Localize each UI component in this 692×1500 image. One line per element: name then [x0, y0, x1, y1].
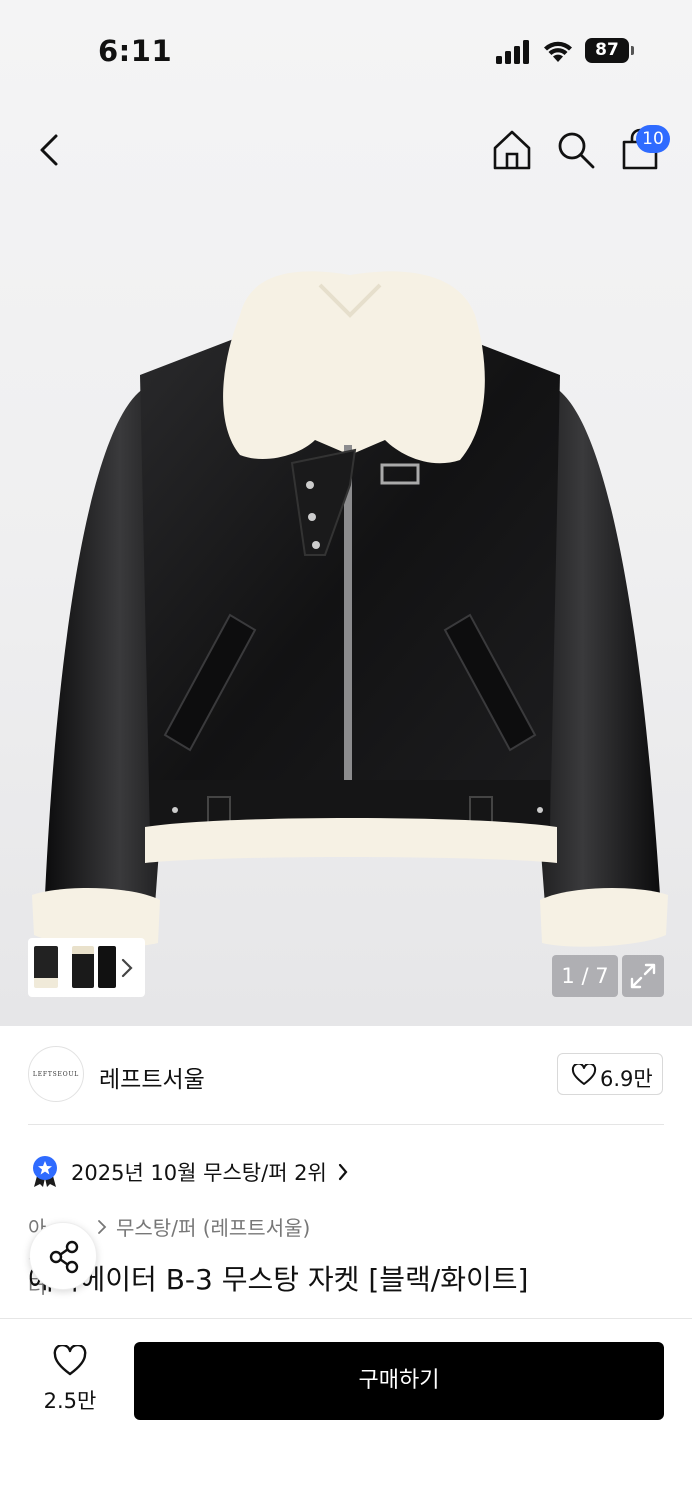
heart-icon — [53, 1345, 87, 1376]
heart-icon — [571, 1064, 597, 1085]
status-bar: 6:11 87 — [0, 0, 692, 100]
wishlist-button[interactable]: 2.5만 — [34, 1345, 106, 1417]
search-icon[interactable] — [556, 130, 596, 170]
ranking-text: 2025년 10월 무스탕/퍼 2위 — [71, 1161, 327, 1185]
thumbnail-3[interactable] — [98, 946, 116, 988]
buy-button[interactable]: 구매하기 — [134, 1342, 664, 1420]
thumbnail-2[interactable] — [72, 946, 94, 988]
chevron-right-icon — [338, 1163, 348, 1181]
thumbnail-1[interactable] — [34, 946, 58, 988]
home-icon[interactable] — [492, 128, 532, 172]
product-image-area[interactable]: 6:11 87 10 1 / 7 — [0, 0, 692, 1026]
status-time: 6:11 — [98, 34, 173, 68]
chevron-right-icon — [98, 1220, 107, 1234]
battery-level: 87 — [595, 40, 619, 60]
cart-count-badge: 10 — [636, 125, 670, 153]
wifi-icon — [544, 41, 572, 62]
brand-row[interactable]: LEFTSEOUL 레프트서울 6.9만 — [0, 1026, 692, 1126]
expand-icon[interactable] — [622, 955, 664, 997]
share-button[interactable] — [29, 1222, 97, 1290]
brand-like-button[interactable]: 6.9만 — [557, 1053, 663, 1095]
wishlist-count: 2.5만 — [43, 1389, 97, 1413]
cellular-signal-icon — [496, 40, 529, 64]
breadcrumb-level2[interactable]: 무스탕/퍼 (레프트서울) — [116, 1212, 310, 1241]
brand-logo[interactable]: LEFTSEOUL — [28, 1046, 84, 1102]
bottom-action-bar: 2.5만 구매하기 — [0, 1318, 692, 1500]
share-icon — [49, 1240, 79, 1274]
ranking-row[interactable]: 2025년 10월 무스탕/퍼 2위 — [28, 1150, 628, 1190]
product-photo[interactable] — [20, 255, 680, 955]
brand-like-count: 6.9만 — [600, 1067, 653, 1091]
product-title: 에비에이터 B-3 무스탕 자켓 [블랙/화이트] — [28, 1263, 529, 1296]
battery-icon: 87 — [585, 38, 635, 63]
divider — [28, 1124, 664, 1125]
chevron-right-icon[interactable] — [120, 956, 134, 980]
image-counter: 1 / 7 — [552, 955, 618, 997]
brand-name[interactable]: 레프트서울 — [99, 1060, 205, 1094]
back-icon[interactable] — [30, 128, 70, 172]
ranking-badge-icon — [33, 1156, 57, 1187]
